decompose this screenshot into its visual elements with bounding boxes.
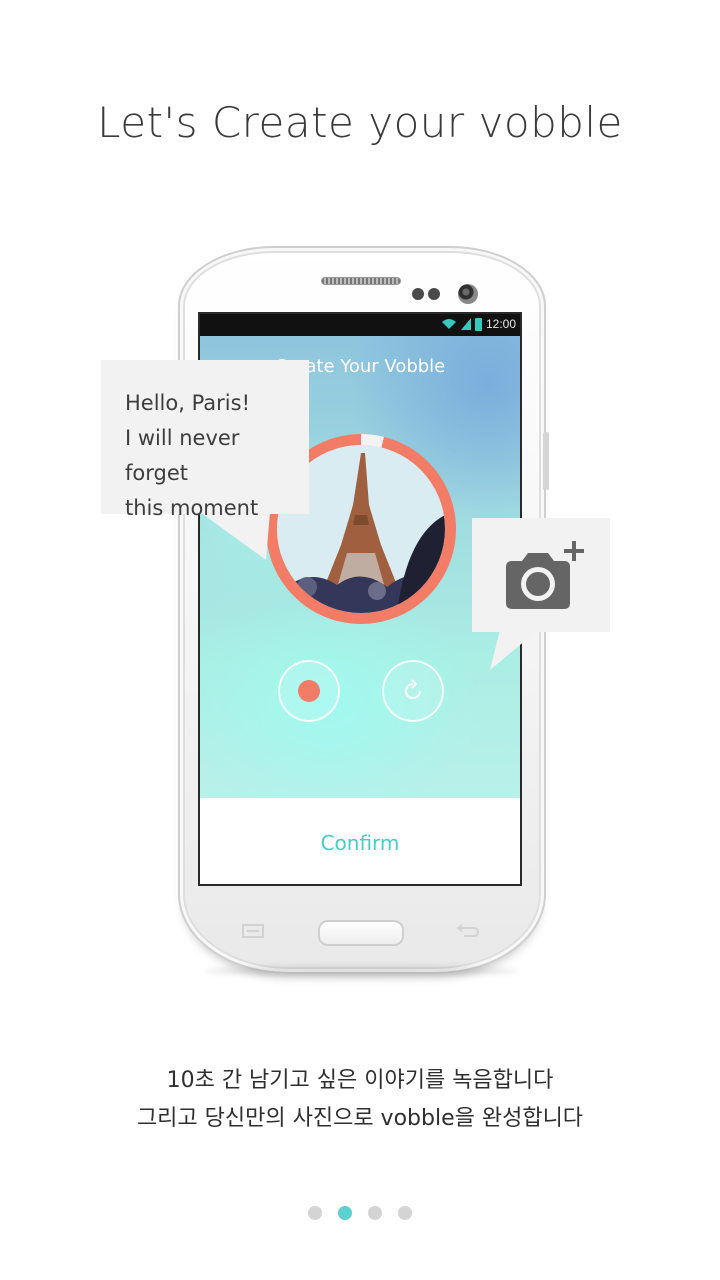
speech-line: this moment <box>125 496 259 520</box>
page-dot[interactable] <box>308 1206 322 1220</box>
page-dot[interactable] <box>338 1206 352 1220</box>
status-time: 12:00 <box>485 317 516 331</box>
camera-bubble-tail <box>490 630 538 670</box>
description: 10초 간 남기고 싶은 이야기를 녹음합니다 그리고 당신만의 사진으로 vo… <box>0 1062 720 1138</box>
signal-icon <box>460 318 471 330</box>
status-bar: 12:00 <box>200 314 520 336</box>
add-photo-bubble[interactable] <box>472 518 610 632</box>
refresh-icon <box>405 679 421 699</box>
page-headline: Let's Create your vobble <box>97 98 623 147</box>
description-line-1: 10초 간 남기고 싶은 이야기를 녹음합니다 <box>166 1068 554 1093</box>
page-dot[interactable] <box>398 1206 412 1220</box>
speech-line: Hello, Paris! <box>125 391 250 415</box>
menu-icon[interactable] <box>242 924 264 938</box>
confirm-bar: Confirm <box>200 798 520 884</box>
record-dot-icon <box>298 680 320 702</box>
phone-sensor <box>428 288 440 300</box>
camera-plus-icon <box>506 541 584 609</box>
record-button[interactable] <box>278 660 340 722</box>
front-camera-icon <box>458 284 478 304</box>
page-dot[interactable] <box>368 1206 382 1220</box>
phone-shadow <box>205 966 517 976</box>
back-icon[interactable] <box>456 924 480 938</box>
retake-button[interactable] <box>382 660 444 722</box>
page-indicator <box>0 1206 720 1220</box>
phone-speaker <box>321 277 401 285</box>
confirm-button[interactable]: Confirm <box>321 831 400 855</box>
phone-sensor <box>412 288 424 300</box>
speech-line: I will never forget <box>125 426 240 485</box>
home-button[interactable] <box>318 920 404 946</box>
battery-icon <box>474 317 482 331</box>
speech-bubble: Hello, Paris! I will never forget this m… <box>101 360 309 520</box>
description-line-2: 그리고 당신만의 사진으로 vobble을 완성합니다 <box>136 1106 584 1131</box>
wifi-icon <box>441 319 456 329</box>
phone-side-button <box>543 432 549 490</box>
